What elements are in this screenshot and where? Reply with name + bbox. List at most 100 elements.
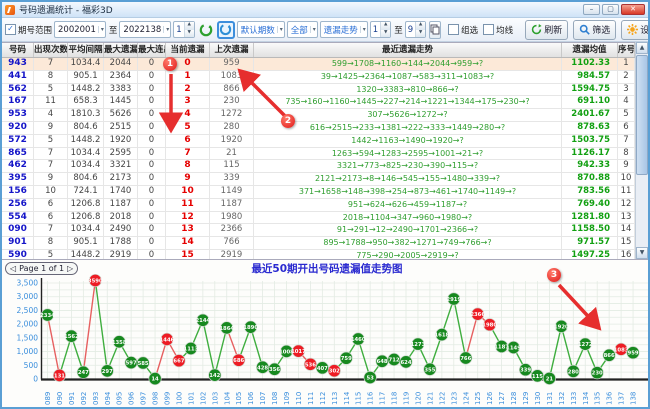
table-cell: 1320→3383→810→866→? <box>254 84 562 96</box>
table-row[interactable]: 56251448.23383028661320→3383→810→866→?15… <box>2 84 650 97</box>
table-cell: 1740 <box>104 186 138 198</box>
table-row[interactable]: 09071034.42490013236691→291→12→2490→1701… <box>2 224 650 237</box>
svg-text:115: 115 <box>355 392 363 405</box>
chevron-down-icon[interactable]: ▾ <box>310 26 316 33</box>
column-header-4[interactable]: 最大遗漏 <box>104 43 138 57</box>
spin-up-icon[interactable]: ▲ <box>416 22 425 30</box>
spin-up-icon[interactable]: ▲ <box>185 22 194 30</box>
svg-text:1358: 1358 <box>112 340 127 346</box>
scope-select[interactable]: 全部 ▾ <box>287 21 318 38</box>
svg-text:597: 597 <box>126 361 137 367</box>
column-header-9[interactable]: 遗漏均值 <box>562 43 618 57</box>
table-row[interactable]: 4418905.1236401108339→1425→2364→1087→583… <box>2 71 650 84</box>
table-cell: 15 <box>618 237 635 249</box>
table-cell: 2401.67 <box>562 109 618 121</box>
settings-button[interactable]: 设置 <box>621 20 650 40</box>
column-header-5[interactable]: 最大连出 <box>138 43 166 57</box>
table-cell: 769.40 <box>562 199 618 211</box>
table-row[interactable]: 57251448.219200619201442→1163→1490→1920→… <box>2 135 650 148</box>
chevron-down-icon[interactable]: ▾ <box>277 26 283 33</box>
svg-text:1,500: 1,500 <box>17 333 39 342</box>
table-cell: 1788 <box>104 237 138 249</box>
table-row[interactable]: 16711658.3144503230735→160→1160→1445→227… <box>2 96 650 109</box>
digit-from-spinner[interactable]: 1 ▲▼ <box>370 21 391 38</box>
step-spinner[interactable]: 1 ▲▼ <box>173 21 194 38</box>
svg-text:585: 585 <box>138 361 149 367</box>
column-header-2[interactable]: 出现次数 <box>34 43 68 57</box>
table-cell: 1263→594→1283→2595→1001→21→? <box>254 148 562 160</box>
zuxuan-checkbox[interactable]: 组选 <box>448 24 478 36</box>
range-to-select[interactable]: 2022138 ▾ <box>119 21 171 38</box>
table-cell: 878.63 <box>562 122 618 134</box>
close-button[interactable]: ✕ <box>621 4 645 15</box>
minimize-button[interactable]: – <box>583 4 600 15</box>
column-header-7[interactable]: 上次遗漏 <box>210 43 254 57</box>
spin-up-icon[interactable]: ▲ <box>381 22 390 30</box>
chevron-down-icon[interactable]: ▾ <box>163 26 169 33</box>
table-cell: 1126.17 <box>562 148 618 160</box>
scroll-up-icon[interactable]: ▲ <box>636 42 648 54</box>
checkbox-checked-icon[interactable]: ✓ <box>5 24 16 35</box>
table-cell: 5 <box>618 109 635 121</box>
scrollbar-thumb[interactable] <box>636 55 648 175</box>
table-cell: 7 <box>34 224 68 236</box>
table-cell: 7 <box>34 58 68 70</box>
table-row[interactable]: 55461206.8201801219802018→1104→347→960→1… <box>2 212 650 225</box>
table-scrollbar[interactable]: ▲ ▼ <box>635 42 648 259</box>
table-cell: 280 <box>210 122 254 134</box>
column-header-6[interactable]: 当前遗漏 <box>166 43 210 57</box>
spin-down-icon[interactable]: ▼ <box>185 30 194 38</box>
page-navigation[interactable]: ◁ Page 1 of 1 ▷ <box>5 262 78 275</box>
period-range-checkbox[interactable]: ✓ 期号范围 <box>5 24 52 36</box>
table-cell: 14 <box>618 224 635 236</box>
spin-down-icon[interactable]: ▼ <box>416 30 425 38</box>
table-cell: 951→624→626→459→1187→? <box>254 199 562 211</box>
view-type-select[interactable]: 遗漏走势 ▾ <box>320 21 368 38</box>
digit-to-spinner[interactable]: 9 ▲▼ <box>405 21 426 38</box>
table-cell: 1149 <box>210 186 254 198</box>
page-next-icon[interactable]: ▷ <box>67 263 73 274</box>
table-row[interactable]: 15610724.117400101149371→1658→148→398→25… <box>2 186 650 199</box>
table-cell: 256 <box>2 199 34 211</box>
svg-text:096: 096 <box>128 391 136 405</box>
table-row[interactable]: 25661206.811870111187951→624→626→459→118… <box>2 199 650 212</box>
column-header-3[interactable]: 平均间隔 <box>68 43 104 57</box>
table-row[interactable]: 94371034.4204400959599→1708→1160→144→204… <box>2 58 650 71</box>
auto-refresh-toggle[interactable] <box>217 21 235 39</box>
refresh-circle-button[interactable] <box>198 22 214 38</box>
column-header-8[interactable]: 最近遗漏走势 <box>254 43 562 57</box>
column-header-10[interactable]: 序号 <box>618 43 635 57</box>
table-cell: 804.6 <box>68 173 104 185</box>
table-row[interactable]: 95341810.35626041272307→5626→1272→?2401.… <box>2 109 650 122</box>
table-cell: 766 <box>210 237 254 249</box>
table-cell: 5 <box>34 84 68 96</box>
table-row[interactable]: 9209804.6251505280616→2515→233→1381→222→… <box>2 122 650 135</box>
table-cell: 1034.4 <box>68 148 104 160</box>
junxian-checkbox[interactable]: 均线 <box>483 24 513 36</box>
filter-button[interactable]: 筛选 <box>573 20 616 40</box>
chevron-down-icon[interactable]: ▾ <box>98 26 104 33</box>
range-from-select[interactable]: 2002001 ▾ <box>54 21 106 38</box>
chevron-down-icon[interactable]: ▾ <box>360 26 366 33</box>
refresh-button[interactable]: 刷新 <box>525 20 568 40</box>
scroll-down-icon[interactable]: ▼ <box>636 247 648 259</box>
table-cell: 1034.4 <box>68 58 104 70</box>
svg-text:280: 280 <box>568 369 579 375</box>
spin-down-icon[interactable]: ▼ <box>381 30 390 38</box>
svg-text:686: 686 <box>233 358 244 364</box>
table-row[interactable]: 46271034.43321081153321→773→825→230→390→… <box>2 160 650 173</box>
page-prev-icon[interactable]: ◁ <box>10 263 16 274</box>
table-cell: 1187 <box>210 199 254 211</box>
table-row[interactable]: 86571034.4259507211263→594→1283→2595→100… <box>2 148 650 161</box>
svg-text:3590: 3590 <box>88 279 103 285</box>
table-row[interactable]: 9018905.11788014766895→1788→950→382→1271… <box>2 237 650 250</box>
table-cell: 1920 <box>210 135 254 147</box>
window-title: 号码遗漏统计 - 福彩3D <box>19 3 583 16</box>
maximize-button[interactable]: ▢ <box>602 4 619 15</box>
svg-text:107: 107 <box>259 392 267 405</box>
table-row[interactable]: 3959804.62173093392121→2173→8→146→545→15… <box>2 173 650 186</box>
copy-button[interactable] <box>429 21 441 39</box>
column-header-1[interactable]: 号码 <box>2 43 34 57</box>
svg-text:105: 105 <box>235 392 243 405</box>
period-mode-select[interactable]: 默认期数 ▾ <box>237 21 285 38</box>
